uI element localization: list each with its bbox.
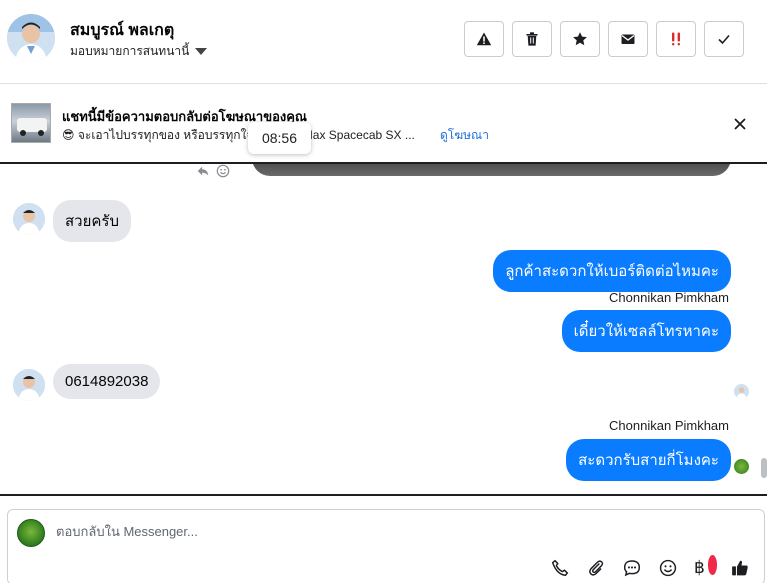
wheel-shape — [20, 130, 26, 136]
outgoing-message[interactable]: เดี๋ยวให้เซลล์โทรหาคะ — [561, 310, 731, 352]
reply-input[interactable] — [56, 524, 706, 539]
message-hover-actions — [196, 164, 230, 178]
trash-icon — [526, 32, 538, 46]
done-button[interactable] — [704, 21, 744, 57]
composer-toolbar: ฿ — [550, 555, 750, 578]
close-icon[interactable] — [732, 116, 748, 132]
wheel-shape — [38, 130, 44, 136]
spam-button[interactable] — [464, 21, 504, 57]
call-button[interactable] — [550, 558, 570, 578]
saved-replies-button[interactable] — [622, 558, 642, 578]
outgoing-message[interactable]: ลูกค้าสะดวกให้เบอร์ติดต่อไหมคะ — [493, 250, 731, 292]
baht-icon: ฿ — [694, 558, 705, 577]
page-seen-avatar — [734, 459, 749, 474]
timestamp-tooltip: 08:56 — [248, 122, 311, 154]
star-button[interactable] — [560, 21, 600, 57]
emoji-icon — [659, 559, 677, 577]
seen-avatar — [734, 384, 749, 399]
reply-icon[interactable] — [196, 164, 210, 178]
scrollbar[interactable] — [761, 458, 767, 478]
contact-avatar-small[interactable] — [13, 369, 45, 401]
assign-label: มอบหมายการสนทนานี้ — [70, 44, 190, 58]
incoming-message[interactable]: สวยครับ — [53, 200, 131, 242]
view-ad-link[interactable]: ดูโฆษณา — [440, 126, 489, 145]
sender-name: Chonnikan Pimkham — [609, 418, 729, 433]
ad-subtitle-text: 😎 จะเอาไปบรรทุกของ หรือบรรทุกใจ — [62, 128, 254, 142]
mark-unread-button[interactable] — [608, 21, 648, 57]
outgoing-message[interactable]: สะดวกรับสายกี่โมงคะ — [566, 439, 731, 481]
conversation-header: สมบูรณ์ พลเกตุ มอบหมายการสนทนานี้ — [0, 0, 767, 84]
payment-button[interactable]: ฿ — [694, 555, 717, 578]
envelope-icon — [621, 34, 635, 44]
attach-button[interactable] — [586, 558, 606, 578]
ad-thumbnail[interactable] — [11, 103, 51, 143]
contact-avatar[interactable] — [7, 14, 55, 62]
delete-button[interactable] — [512, 21, 552, 57]
warning-icon — [476, 32, 492, 46]
assign-conversation-dropdown[interactable]: มอบหมายการสนทนานี้ — [70, 42, 208, 61]
paperclip-icon — [589, 560, 604, 576]
ad-banner-subtitle: 😎 จะเอาไปบรรทุกของ หรือบรรทุกใจ D-Max Sp… — [62, 126, 415, 145]
contact-avatar-small[interactable] — [13, 203, 45, 235]
previous-image-message[interactable] — [252, 164, 731, 176]
thumbs-up-icon — [732, 560, 748, 576]
emoji-button[interactable] — [658, 558, 678, 578]
like-button[interactable] — [730, 558, 750, 578]
sender-name: Chonnikan Pimkham — [609, 290, 729, 305]
caret-down-icon — [195, 48, 208, 55]
message-composer: ฿ — [7, 509, 765, 583]
page-avatar — [17, 519, 45, 547]
star-icon — [573, 32, 587, 46]
notification-dot — [707, 555, 717, 575]
incoming-message[interactable]: 0614892038 — [53, 364, 161, 399]
check-icon — [718, 34, 730, 45]
double-exclamation-icon — [672, 32, 680, 46]
phone-icon — [551, 559, 569, 577]
message-thread[interactable]: สวยครับ ลูกค้าสะดวกให้เบอร์ติดต่อไหมคะ C… — [0, 164, 767, 496]
ad-reply-banner: แชทนี้มีข้อความตอบกลับต่อโฆษณาของคุณ 😎 จ… — [0, 84, 767, 164]
follow-up-button[interactable] — [656, 21, 696, 57]
quick-reply-icon — [623, 560, 641, 577]
header-actions — [464, 21, 744, 57]
contact-name[interactable]: สมบูรณ์ พลเกตุ — [70, 18, 174, 43]
react-icon[interactable] — [216, 164, 230, 178]
